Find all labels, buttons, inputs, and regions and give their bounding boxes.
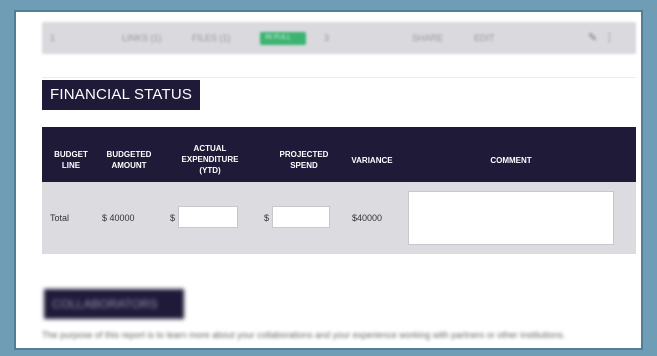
- toolbar-item-share[interactable]: SHARE: [412, 33, 443, 43]
- currency-symbol: $: [170, 213, 176, 223]
- variance-cell: $40000: [352, 213, 383, 223]
- header-line: EXPENDITURE: [181, 155, 239, 164]
- more-options-icon[interactable]: ⋮: [604, 31, 615, 44]
- status-pill-label: IN FULL: [265, 34, 292, 41]
- toolbar-item-count[interactable]: 3: [324, 33, 329, 43]
- table-row: Total $ 40000 $ $ $40000: [42, 182, 636, 254]
- column-header-projected-spend: PROJECTED SPEND: [264, 149, 344, 171]
- toolbar-item-files[interactable]: FILES (1): [192, 33, 231, 43]
- header-line: ACTUAL: [193, 144, 227, 153]
- column-header-comment: COMMENT: [490, 156, 532, 165]
- column-header-variance: VARIANCE: [351, 156, 393, 165]
- collaborators-intro-text: The purpose of this report is to learn m…: [42, 330, 566, 340]
- toolbar-item-edit[interactable]: EDIT: [474, 33, 495, 43]
- collaborators-heading: COLLABORATORS: [44, 289, 184, 319]
- edit-icon[interactable]: ✎: [588, 31, 597, 44]
- comment-textarea[interactable]: [408, 191, 614, 245]
- budget-line-cell: Total: [50, 213, 70, 223]
- actual-expenditure-input[interactable]: [178, 206, 238, 228]
- currency-symbol: $: [264, 213, 270, 223]
- header-line: PROJECTED: [279, 150, 329, 159]
- report-frame: 1 LINKS (1) FILES (1) IN FULL 3 SHARE ED…: [14, 10, 643, 350]
- column-header-actual-expenditure: ACTUAL EXPENDITURE (YTD): [168, 143, 252, 176]
- toolbar-item-1[interactable]: 1: [50, 33, 55, 43]
- top-toolbar: 1 LINKS (1) FILES (1) IN FULL 3 SHARE ED…: [42, 22, 636, 54]
- header-line: LINE: [61, 161, 81, 170]
- header-line: SPEND: [290, 161, 318, 170]
- budgeted-amount-cell: $ 40000: [102, 213, 135, 223]
- column-header-budget-line: BUDGET LINE: [46, 149, 96, 171]
- header-line: BUDGETED: [106, 150, 152, 159]
- column-header-budgeted-amount: BUDGETED AMOUNT: [100, 149, 158, 171]
- header-line: BUDGET: [54, 150, 88, 159]
- header-line: (YTD): [199, 166, 221, 175]
- projected-spend-input[interactable]: [272, 206, 330, 228]
- section-divider: [42, 77, 636, 78]
- header-line: AMOUNT: [111, 161, 147, 170]
- status-pill[interactable]: IN FULL: [260, 32, 306, 45]
- financial-table-header: BUDGET LINE BUDGETED AMOUNT ACTUAL EXPEN…: [42, 127, 636, 182]
- toolbar-item-links[interactable]: LINKS (1): [122, 33, 162, 43]
- financial-status-heading: FINANCIAL STATUS: [42, 80, 201, 110]
